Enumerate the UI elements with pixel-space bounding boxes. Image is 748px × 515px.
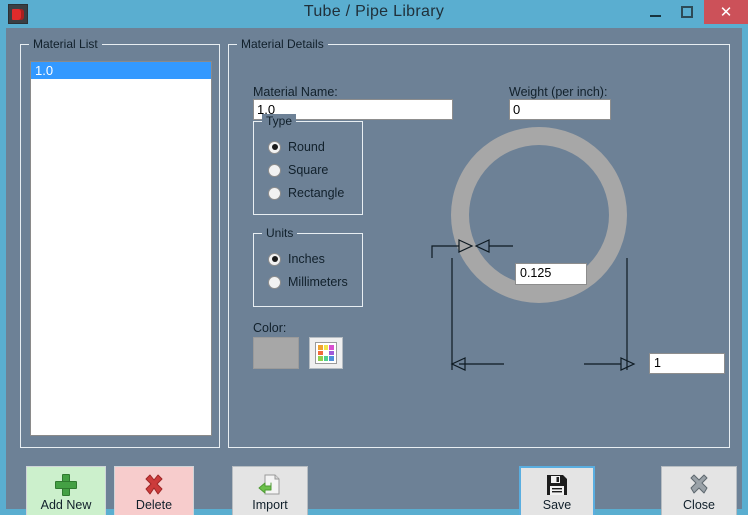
x-mark-icon xyxy=(142,473,166,497)
units-group-title: Units xyxy=(262,226,298,240)
radio-label: Inches xyxy=(288,252,325,266)
radio-label: Square xyxy=(288,163,329,177)
color-picker-button[interactable] xyxy=(309,337,343,369)
title-bar: Tube / Pipe Library ✕ xyxy=(0,0,748,28)
material-list-group: Material List 1.0 xyxy=(20,37,220,448)
radio-type-round[interactable]: Round xyxy=(268,140,325,154)
radio-indicator xyxy=(268,163,281,177)
plus-icon xyxy=(55,473,77,497)
delete-button-label: Delete xyxy=(135,497,173,512)
close-window-button[interactable]: ✕ xyxy=(704,0,748,24)
minimize-icon xyxy=(649,14,661,17)
add-new-button[interactable]: Add New xyxy=(26,466,106,515)
close-icon: ✕ xyxy=(719,3,733,21)
radio-indicator xyxy=(268,275,281,289)
save-button[interactable]: Save xyxy=(519,466,595,515)
floppy-disk-icon xyxy=(546,473,568,497)
import-button-label: Import xyxy=(252,497,288,512)
save-button-label: Save xyxy=(542,497,572,512)
material-list-group-title: Material List xyxy=(29,37,102,51)
outside-diameter-input[interactable]: 1 xyxy=(649,353,725,374)
maximize-button[interactable] xyxy=(672,0,702,24)
material-details-group: Material Details Material Name: 1.0 Weig… xyxy=(228,37,730,448)
radio-units-inches[interactable]: Inches xyxy=(268,252,325,266)
radio-label: Rectangle xyxy=(288,186,345,200)
material-name-label: Material Name: xyxy=(253,85,338,99)
client-area: Material List 1.0 Material Details Mater… xyxy=(6,28,742,515)
type-group-title: Type xyxy=(262,114,297,128)
color-palette-icon xyxy=(315,342,337,364)
type-group: Type Round Square Rectangle xyxy=(253,114,363,215)
minimize-button[interactable] xyxy=(640,0,670,24)
import-document-icon xyxy=(258,473,282,497)
weight-input[interactable]: 0 xyxy=(509,99,611,120)
window-title: Tube / Pipe Library xyxy=(303,3,445,20)
radio-label: Millimeters xyxy=(288,275,348,289)
radio-type-square[interactable]: Square xyxy=(268,163,328,177)
import-button[interactable]: Import xyxy=(232,466,308,515)
color-label: Color: xyxy=(253,321,287,335)
delete-button[interactable]: Delete xyxy=(114,466,194,515)
units-group: Units Inches Millimeters xyxy=(253,226,363,307)
color-swatch[interactable] xyxy=(253,337,299,369)
radio-type-rectangle[interactable]: Rectangle xyxy=(268,186,344,200)
radio-units-millimeters[interactable]: Millimeters xyxy=(268,275,348,289)
radio-indicator xyxy=(268,186,281,200)
material-listbox[interactable]: 1.0 xyxy=(30,61,212,436)
tube-cross-section-diagram: 0.125 1 xyxy=(369,125,725,385)
x-mark-icon xyxy=(687,473,711,497)
radio-label: Round xyxy=(288,140,325,154)
wall-thickness-input[interactable]: 0.125 xyxy=(515,263,587,285)
tube-pipe-library-window: Tube / Pipe Library ✕ Material List 1.0 … xyxy=(0,0,748,515)
maximize-icon xyxy=(681,6,693,18)
list-item[interactable]: 1.0 xyxy=(31,62,211,79)
radio-indicator xyxy=(268,252,281,266)
material-details-group-title: Material Details xyxy=(237,37,328,51)
radio-indicator xyxy=(268,140,281,154)
close-dialog-button[interactable]: Close xyxy=(661,466,737,515)
weight-label: Weight (per inch): xyxy=(509,85,608,99)
close-dialog-button-label: Close xyxy=(683,497,715,512)
add-new-button-label: Add New xyxy=(40,497,92,512)
tube-diagram-svg xyxy=(431,127,636,371)
